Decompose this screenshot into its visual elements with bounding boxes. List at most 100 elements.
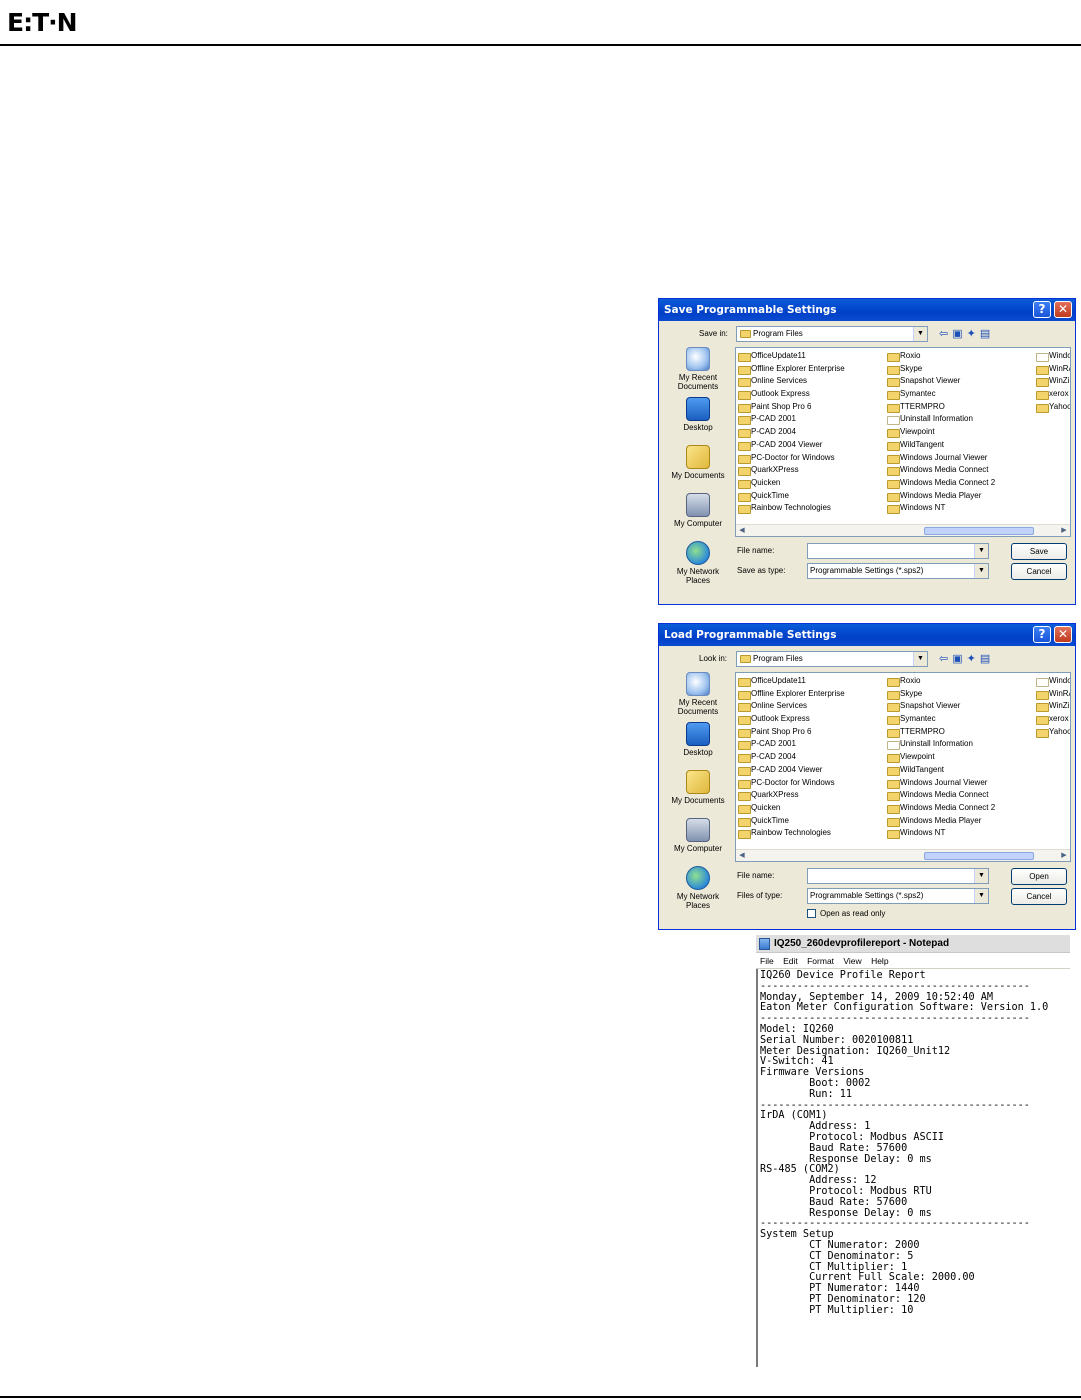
views-menu-icon[interactable]: ▤ <box>980 328 994 340</box>
file-name-input[interactable]: ▼ <box>807 868 989 884</box>
cancel-button[interactable]: Cancel <box>1011 563 1067 580</box>
scroll-right-icon[interactable]: ▶ <box>1058 850 1070 861</box>
folder-list-item[interactable]: Windows NT <box>887 827 1035 840</box>
folder-list-item[interactable]: Quicken <box>738 477 886 490</box>
folder-list-item[interactable]: Outlook Express <box>738 713 886 726</box>
folder-list-item[interactable]: Windows Journal Viewer <box>887 452 1035 465</box>
folder-list-item[interactable]: OfficeUpdate11 <box>738 675 886 688</box>
folder-list-item[interactable]: Windo <box>1036 350 1070 363</box>
folder-list-item[interactable]: P-CAD 2004 Viewer <box>738 439 886 452</box>
horizontal-scrollbar[interactable]: ◀ ▶ <box>736 849 1070 861</box>
menu-view[interactable]: View <box>843 956 861 966</box>
menu-format[interactable]: Format <box>807 956 834 966</box>
folder-list-item[interactable]: Windows Media Connect 2 <box>887 477 1035 490</box>
folder-list-item[interactable]: WildTangent <box>887 439 1035 452</box>
folder-list-item[interactable]: Viewpoint <box>887 751 1035 764</box>
folder-list-item[interactable]: Outlook Express <box>738 388 886 401</box>
folder-list-item[interactable]: xerox <box>1036 388 1070 401</box>
chevron-down-icon[interactable]: ▼ <box>974 564 988 578</box>
folder-list-item[interactable]: Snapshot Viewer <box>887 375 1035 388</box>
save-button[interactable]: Save <box>1011 543 1067 560</box>
folder-list-item[interactable]: Windows NT <box>887 502 1035 515</box>
new-folder-icon[interactable]: ✦ <box>967 328 980 340</box>
folder-list-item[interactable]: PC-Doctor for Windows <box>738 777 886 790</box>
folder-list-item[interactable]: Roxio <box>887 675 1035 688</box>
new-folder-icon[interactable]: ✦ <box>967 653 980 665</box>
folder-list-item[interactable]: Paint Shop Pro 6 <box>738 401 886 414</box>
place-my-network-places[interactable]: My Network Places <box>665 866 731 910</box>
close-button[interactable]: ✕ <box>1054 626 1072 643</box>
folder-list-item[interactable]: Skype <box>887 688 1035 701</box>
folder-list-item[interactable]: QuickTime <box>738 490 886 503</box>
folder-list-item[interactable]: Online Services <box>738 700 886 713</box>
folder-list-item[interactable]: TTERMPRO <box>887 726 1035 739</box>
up-folder-icon[interactable]: ▣ <box>952 653 966 665</box>
folder-list-item[interactable]: Symantec <box>887 388 1035 401</box>
place-my-recent-documents[interactable]: My Recent Documents <box>665 672 731 716</box>
folder-list-item[interactable]: QuarkXPress <box>738 464 886 477</box>
horizontal-scrollbar[interactable]: ◀ ▶ <box>736 524 1070 536</box>
folder-list-item[interactable]: Quicken <box>738 802 886 815</box>
toolbar-icons[interactable]: ⇦▣✦▤ <box>939 327 994 340</box>
folder-list-item[interactable]: QuickTime <box>738 815 886 828</box>
folder-list-item[interactable]: Offline Explorer Enterprise <box>738 688 886 701</box>
file-list[interactable]: OfficeUpdate11 Offline Explorer Enterpris… <box>735 672 1071 862</box>
folder-list-item[interactable]: QuarkXPress <box>738 789 886 802</box>
folder-list-item[interactable]: Yahoo <box>1036 401 1070 414</box>
place-desktop[interactable]: Desktop <box>665 397 731 432</box>
folder-list-item[interactable]: Offline Explorer Enterprise <box>738 363 886 376</box>
dialog-titlebar[interactable]: Load Programmable Settings ? ✕ <box>659 624 1075 646</box>
location-combo[interactable]: Program Files ▼ <box>736 651 928 667</box>
place-my-recent-documents[interactable]: My Recent Documents <box>665 347 731 391</box>
place-my-computer[interactable]: My Computer <box>665 818 731 853</box>
place-desktop[interactable]: Desktop <box>665 722 731 757</box>
back-icon[interactable]: ⇦ <box>939 328 952 340</box>
scroll-left-icon[interactable]: ◀ <box>736 525 748 536</box>
folder-list-item[interactable]: Paint Shop Pro 6 <box>738 726 886 739</box>
chevron-down-icon[interactable]: ▼ <box>913 652 927 666</box>
folder-list-item[interactable]: Windows Media Connect <box>887 464 1035 477</box>
help-button[interactable]: ? <box>1033 626 1051 643</box>
folder-list-item[interactable]: P-CAD 2004 Viewer <box>738 764 886 777</box>
help-button[interactable]: ? <box>1033 301 1051 318</box>
toolbar-icons[interactable]: ⇦▣✦▤ <box>939 652 994 665</box>
back-icon[interactable]: ⇦ <box>939 653 952 665</box>
folder-list-item[interactable]: Skype <box>887 363 1035 376</box>
open-button[interactable]: Open <box>1011 868 1067 885</box>
folder-list-item[interactable]: P-CAD 2004 <box>738 751 886 764</box>
folder-list-item[interactable]: PC-Doctor for Windows <box>738 452 886 465</box>
folder-list-item[interactable]: WinZip <box>1036 375 1070 388</box>
folder-list-item[interactable]: Windo <box>1036 675 1070 688</box>
folder-list-item[interactable]: Viewpoint <box>887 426 1035 439</box>
dialog-titlebar[interactable]: Save Programmable Settings ? ✕ <box>659 299 1075 321</box>
close-button[interactable]: ✕ <box>1054 301 1072 318</box>
file-name-input[interactable]: ▼ <box>807 543 989 559</box>
chevron-down-icon[interactable]: ▼ <box>974 869 988 883</box>
file-type-select[interactable]: Programmable Settings (*.sps2) ▼ <box>807 888 989 904</box>
folder-list-item[interactable]: WinZip <box>1036 700 1070 713</box>
folder-list-item[interactable]: TTERMPRO <box>887 401 1035 414</box>
chevron-down-icon[interactable]: ▼ <box>974 889 988 903</box>
scroll-right-icon[interactable]: ▶ <box>1058 525 1070 536</box>
folder-list-item[interactable]: OfficeUpdate11 <box>738 350 886 363</box>
location-combo[interactable]: Program Files ▼ <box>736 326 928 342</box>
scroll-left-icon[interactable]: ◀ <box>736 850 748 861</box>
folder-list-item[interactable]: Uninstall Information <box>887 413 1035 426</box>
file-type-select[interactable]: Programmable Settings (*.sps2) ▼ <box>807 563 989 579</box>
checkbox-box[interactable] <box>807 909 816 918</box>
folder-list-item[interactable]: WinRA <box>1036 363 1070 376</box>
folder-list-item[interactable]: P-CAD 2004 <box>738 426 886 439</box>
folder-list-item[interactable]: Windows Media Connect 2 <box>887 802 1035 815</box>
folder-list-item[interactable]: P-CAD 2001 <box>738 738 886 751</box>
menu-file[interactable]: File <box>760 956 774 966</box>
folder-list-item[interactable]: WildTangent <box>887 764 1035 777</box>
folder-list-item[interactable]: Snapshot Viewer <box>887 700 1035 713</box>
place-my-network-places[interactable]: My Network Places <box>665 541 731 585</box>
notepad-text-area[interactable]: IQ260 Device Profile Report -------------… <box>756 969 1070 1367</box>
notepad-titlebar[interactable]: IQ250_260devprofilereport - Notepad <box>756 935 1070 953</box>
scrollbar-thumb[interactable] <box>924 527 1034 535</box>
cancel-button[interactable]: Cancel <box>1011 888 1067 905</box>
folder-list-item[interactable]: Windows Media Player <box>887 815 1035 828</box>
folder-list-item[interactable]: xerox <box>1036 713 1070 726</box>
menu-help[interactable]: Help <box>871 956 888 966</box>
